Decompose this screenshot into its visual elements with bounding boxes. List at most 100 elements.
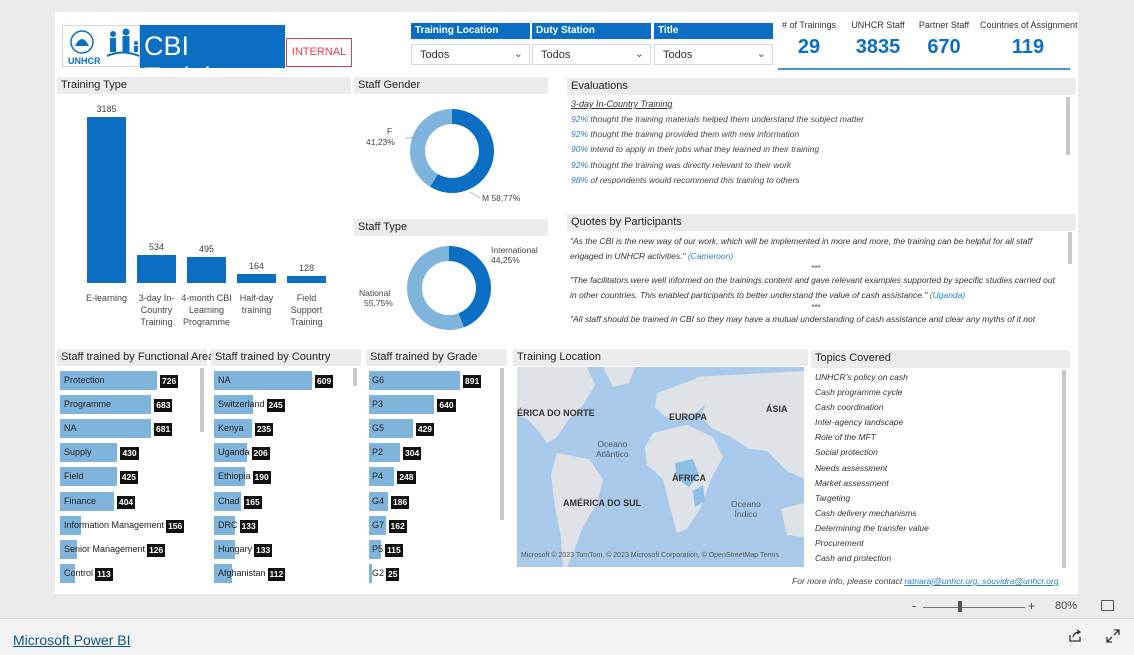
hbar-label-5: Chad [218, 495, 240, 506]
kpi-trainings: # of Trainings 29 [781, 20, 837, 58]
map-label: Oceano Atlântico [596, 439, 629, 459]
hbar-value-0: 726 [160, 375, 179, 388]
panel-title-topics: Topics Covered [811, 350, 1070, 368]
slicer-duty-station[interactable]: Duty Station Todos ⌄ [532, 23, 651, 65]
panel-title-staff-type: Staff Type [354, 219, 548, 236]
bar-3[interactable] [237, 274, 276, 283]
donut-slice-1[interactable] [410, 109, 452, 187]
staff-type-donut[interactable]: International 44,25% National 55,75% [354, 236, 548, 344]
bar-1[interactable] [137, 255, 176, 283]
hbar-label-8: Control [64, 567, 94, 578]
zoom-bar: - + 80% [0, 596, 1134, 618]
share-icon[interactable] [1068, 629, 1082, 648]
hbar-value-6: 162 [388, 519, 407, 533]
hbar-value-8: 113 [95, 567, 113, 581]
kpi-partner-staff: Partner Staff 670 [918, 20, 970, 58]
hbar-value-1: 640 [437, 399, 456, 413]
hbar-label-6: DRC [218, 519, 238, 530]
hbar-value-6: 156 [166, 519, 185, 533]
slicer-dropdown[interactable]: Todos ⌄ [654, 44, 773, 65]
fit-to-page-icon[interactable] [1101, 600, 1114, 611]
panel-title-functional-area: Staff trained by Functional Area [57, 349, 214, 366]
slicer-dropdown[interactable]: Todos ⌄ [532, 44, 651, 65]
bar-value-4: 128 [298, 263, 315, 274]
slicer-title-filter[interactable]: Title Todos ⌄ [654, 23, 773, 65]
donut-label-international: International [491, 245, 538, 255]
kpi-unhcr-staff: UNHCR Staff 3835 [851, 20, 905, 58]
hbar-label-3: P2 [372, 447, 384, 458]
hbar-label-3: Supply [64, 447, 92, 458]
gender-donut[interactable]: F 41,23% M 58,77% [354, 94, 548, 212]
slicer-dropdown[interactable]: Todos ⌄ [411, 44, 530, 65]
bar-2[interactable] [187, 257, 226, 283]
bar-category-1: 3-day In-Country Training [138, 293, 175, 327]
map-label: ÁFRICA [672, 473, 706, 483]
evaluation-line: 92% thought the training was directly re… [571, 159, 792, 170]
panel-title-training-location: Training Location [513, 349, 808, 366]
donut-value-international: 44,25% [491, 255, 520, 265]
hbar-value-7: 133 [254, 543, 273, 557]
training-location-map[interactable]: ÉRICA DO NORTE EUROPA ÁSIA ÁFRICA AMÉRICA DO… [517, 367, 804, 567]
hbar-value-2: 429 [415, 423, 434, 437]
svg-text:UNHCR: UNHCR [68, 56, 101, 66]
fullscreen-icon[interactable] [1106, 629, 1120, 648]
bar-category-2: 4-month CBI Learning Programme [181, 293, 232, 327]
zoom-level: 80% [1055, 600, 1078, 612]
evaluation-line: 92% thought the training materials helpe… [571, 114, 864, 124]
bar-4[interactable] [287, 276, 326, 283]
bar-0[interactable] [87, 117, 126, 283]
evaluation-heading: 3-day In-Country Training [571, 99, 673, 109]
topic-item: Cash and protection [815, 553, 892, 564]
hbar-label-2: NA [64, 423, 77, 434]
quote-2: "The facilitators were well informed on … [570, 275, 1055, 300]
slicer-title: Title [654, 23, 773, 39]
country-scrollbar[interactable] [353, 368, 357, 386]
unhcr-logo: UNHCR [62, 25, 140, 67]
power-bi-link[interactable]: Microsoft Power BI [13, 632, 130, 648]
topics-scrollbar[interactable] [1062, 370, 1066, 568]
hbar-label-6: Information Management [64, 519, 165, 530]
map-label: ÉRICA DO NORTE [517, 408, 595, 418]
bar-category-4: Field Support Training [290, 293, 323, 327]
area-scrollbar[interactable] [200, 368, 204, 432]
hbar-label-8: Afghanistan [218, 567, 266, 578]
topic-item: Procurement [815, 538, 864, 549]
panel-title-grade: Staff trained by Grade [366, 349, 507, 366]
hbar-label-8: G2 [372, 567, 385, 578]
kpi-underline [778, 68, 1070, 70]
topic-item: Inter-agency landscape [815, 417, 904, 428]
hbar-value-3: 430 [120, 447, 139, 461]
hbar-label-6: G7 [372, 519, 385, 530]
donut-value-f: 41,23% [366, 137, 395, 147]
bar-value-0: 3185 [96, 104, 117, 114]
map-label: Oceano Índico [731, 499, 761, 519]
slicer-training-location[interactable]: Training Location Todos ⌄ [411, 23, 530, 65]
internal-badge: INTERNAL [286, 38, 352, 67]
hbar-value-1: 245 [266, 399, 285, 413]
hbar-label-7: Senior Management [64, 543, 146, 554]
topics-list: UNHCR's policy on cash Cash programme cyc… [815, 372, 1055, 568]
panel-title-training-type: Training Type [57, 77, 351, 94]
hbar-value-6: 133 [239, 519, 258, 533]
hbar-value-0: 609 [315, 375, 334, 388]
contact-emails[interactable]: ratnaraj@unhcr.org, souvidra@unhcr.org [904, 576, 1058, 586]
map-label: EUROPA [669, 412, 707, 422]
topic-item: Social protection [815, 447, 878, 458]
hbar-label-5: Finance [64, 495, 97, 506]
zoom-slider-track[interactable] [923, 607, 1025, 608]
slicer-title: Training Location [411, 23, 530, 39]
hbar-label-1: P3 [372, 399, 384, 410]
hbar-value-2: 681 [153, 423, 173, 437]
map-label: AMÉRICA DO SUL [563, 498, 642, 508]
quotes-scrollbar[interactable] [1068, 232, 1072, 264]
quote-separator: *** [811, 264, 821, 273]
evaluations-scrollbar[interactable] [1066, 97, 1070, 155]
evaluation-line: 98% of respondents would recommend this … [571, 174, 800, 185]
zoom-in-button[interactable]: + [1028, 599, 1035, 613]
report-title: CBI Training [140, 25, 285, 92]
donut-value-m: M 58,77% [482, 193, 521, 203]
grade-scrollbar[interactable] [500, 368, 504, 520]
zoom-slider-thumb[interactable] [958, 601, 962, 612]
zoom-out-button[interactable]: - [912, 598, 916, 613]
panel-title-evaluations: Evaluations [567, 78, 1076, 95]
